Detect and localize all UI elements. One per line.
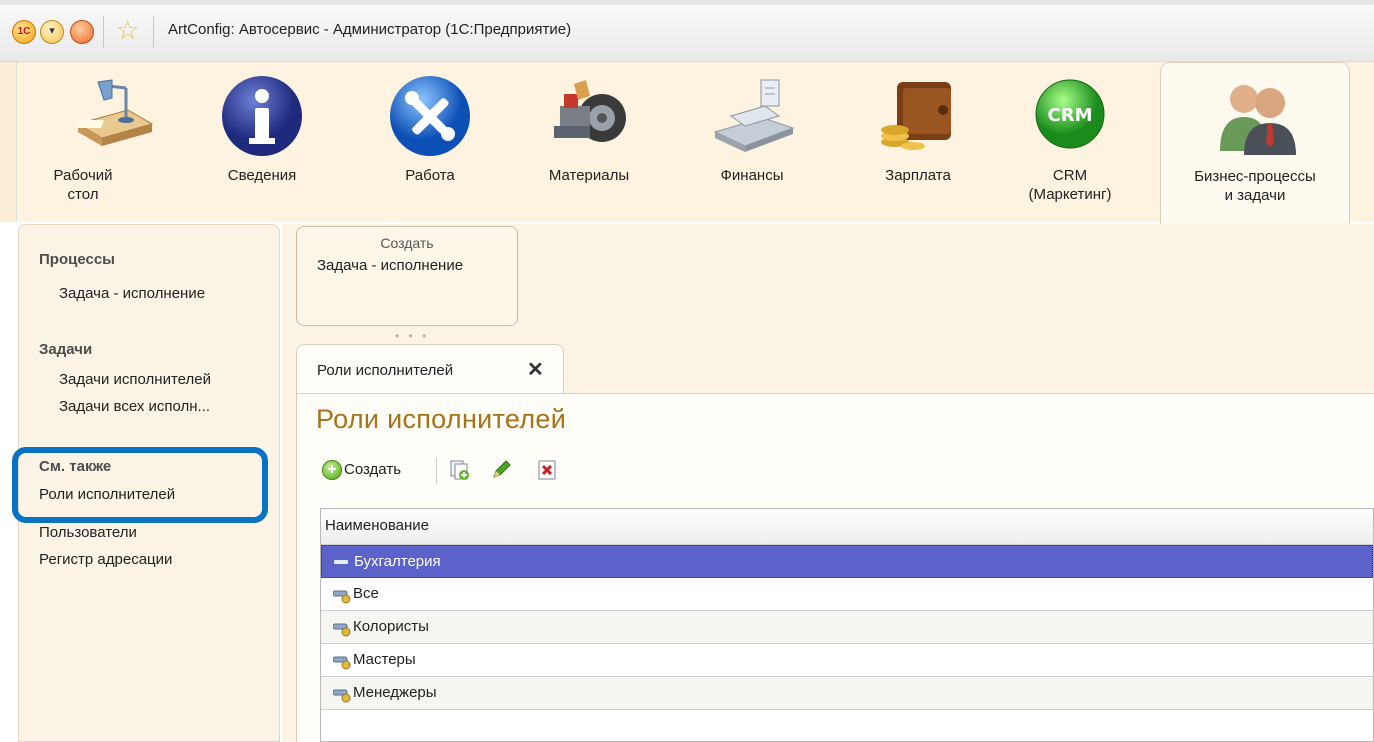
tab-label: Роли исполнителей [317, 362, 454, 379]
section-salary[interactable]: Зарплата [853, 76, 983, 185]
row-name: Колористы [353, 618, 429, 635]
section-label: Зарплата [885, 167, 951, 184]
table-row[interactable]: Мастеры [321, 644, 1373, 677]
nav-header-tasks: Задачи [39, 341, 93, 358]
section-work[interactable]: Работа [365, 76, 495, 185]
window-titlebar: 1C ▾ ☆ ArtConfig: Автосервис - Администр… [0, 0, 1374, 62]
copy-icon[interactable] [448, 459, 470, 481]
column-header-name[interactable]: Наименование [325, 517, 429, 534]
role-icon [333, 590, 351, 604]
section-label: CRM (Маркетинг) [1028, 167, 1112, 203]
svg-text:CRM: CRM [1048, 105, 1093, 126]
role-icon [333, 656, 351, 670]
nav-item-all-executor-tasks[interactable]: Задачи всех исполн... [59, 398, 210, 415]
panel-resize-handle[interactable]: • • • [395, 329, 429, 343]
section-label: Сведения [227, 167, 297, 184]
sections-panel: Рабочий стол Сведения Работа Материалы Ф… [0, 62, 1374, 224]
row-name: Мастеры [353, 651, 416, 668]
window-title: ArtConfig: Автосервис - Администратор (1… [168, 21, 572, 38]
section-label: Финансы [720, 167, 784, 184]
nav-item-addressing-register[interactable]: Регистр адресации [39, 551, 172, 568]
main-menu-button[interactable]: ▾ [40, 20, 64, 44]
cash-register-icon [707, 76, 797, 156]
tab-executor-roles[interactable]: Роли исполнителей ✕ [296, 344, 564, 394]
role-icon [333, 623, 351, 637]
tools-icon [385, 76, 475, 156]
row-name: Менеджеры [353, 684, 437, 701]
nav-item-users[interactable]: Пользователи [39, 524, 137, 541]
wallet-coins-icon [873, 76, 963, 156]
section-label: Работа [405, 167, 455, 184]
business-people-icon [1210, 77, 1300, 157]
form-title: Роли исполнителей [316, 404, 567, 434]
section-business-processes[interactable]: Бизнес-процессы и задачи [1160, 62, 1350, 224]
1c-logo-icon[interactable]: 1C [12, 20, 36, 44]
section-finance[interactable]: Финансы [687, 76, 817, 185]
section-materials[interactable]: Материалы [524, 76, 654, 185]
create-panel-caption: Создать [380, 235, 434, 251]
highlight-frame [12, 447, 268, 523]
delete-icon[interactable] [536, 459, 558, 481]
group-collapse-icon[interactable] [334, 560, 348, 564]
add-icon[interactable]: + [322, 460, 342, 480]
table-header: Наименование [321, 509, 1373, 545]
create-button[interactable]: Создать [344, 461, 401, 478]
toolbar-separator [436, 458, 437, 484]
table-row[interactable]: Бухгалтерия [321, 545, 1373, 578]
section-label: Бизнес-процессы и задачи [1194, 168, 1316, 204]
create-panel: Создать Задача - исполнение [296, 226, 518, 326]
table-row[interactable]: Все [321, 578, 1373, 611]
title-topline [0, 0, 1374, 5]
section-info[interactable]: Сведения [197, 76, 327, 185]
section-crm[interactable]: CRM CRM (Маркетинг) [1005, 76, 1135, 204]
table-row[interactable]: Колористы [321, 611, 1373, 644]
title-separator [103, 16, 104, 48]
row-name: Бухгалтерия [354, 553, 441, 570]
history-button[interactable] [70, 20, 94, 44]
nav-header-processes: Процессы [39, 251, 115, 268]
row-name: Все [353, 585, 379, 602]
materials-icon [544, 76, 634, 156]
tab-close-icon[interactable]: ✕ [527, 357, 544, 382]
nav-item-executor-tasks[interactable]: Задачи исполнителей [59, 371, 211, 388]
crm-icon: CRM [1025, 76, 1115, 156]
role-icon [333, 689, 351, 703]
section-label: Материалы [548, 167, 630, 184]
section-label: Рабочий стол [53, 167, 113, 203]
nav-item-task-execution[interactable]: Задача - исполнение [59, 285, 205, 302]
table-row[interactable]: Менеджеры [321, 677, 1373, 710]
edit-pencil-icon[interactable] [490, 459, 512, 481]
section-desktop[interactable]: Рабочий стол [48, 76, 178, 204]
roles-table: Наименование Бухгалтерия Все Колористы М… [320, 508, 1374, 742]
info-icon [217, 76, 307, 156]
create-task-execution-link[interactable]: Задача - исполнение [317, 257, 517, 274]
title-separator [153, 16, 154, 48]
desk-lamp-icon [68, 76, 158, 156]
favorites-star-icon[interactable]: ☆ [116, 15, 139, 45]
